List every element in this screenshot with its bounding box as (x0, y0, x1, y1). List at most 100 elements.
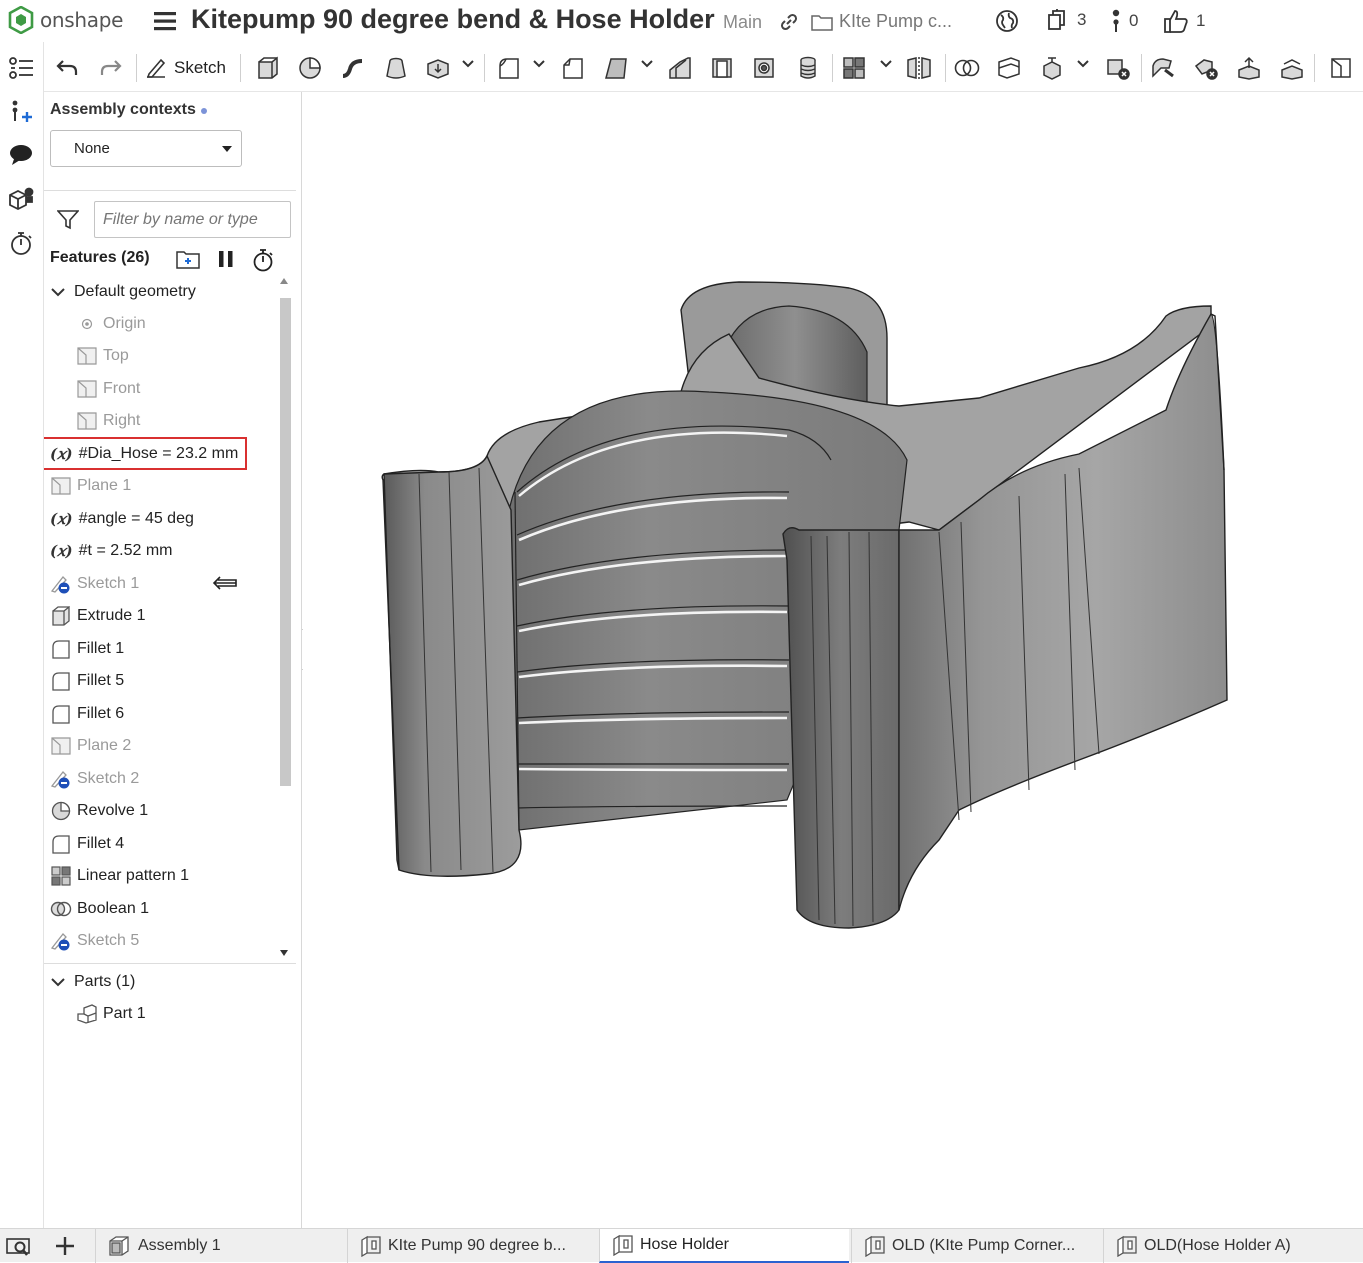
tab-hose-holder[interactable]: Hose Holder (599, 1229, 849, 1263)
hose-holder-3d-model[interactable] (379, 260, 1239, 950)
rib-icon[interactable] (667, 52, 693, 84)
parts-group[interactable]: Parts (1) (50, 970, 135, 994)
undo-icon[interactable] (54, 52, 80, 84)
feature-row[interactable]: Top (76, 341, 129, 371)
default-geometry-group[interactable]: Default geometry (50, 277, 196, 307)
split-icon[interactable] (996, 52, 1022, 84)
feature-label: Boolean 1 (77, 900, 150, 917)
add-tab-button[interactable] (44, 1229, 86, 1263)
chevron-down-icon[interactable] (1077, 60, 1089, 68)
graphics-viewport[interactable] (303, 92, 1363, 1228)
globe-icon[interactable] (995, 9, 1019, 33)
draft-icon[interactable] (603, 52, 629, 84)
feature-row[interactable]: Fillet 6 (50, 699, 124, 729)
add-folder-icon[interactable] (175, 248, 201, 270)
feature-row[interactable]: Sketch 2 (50, 764, 139, 794)
tab-search-icon[interactable] (6, 1237, 32, 1257)
feature-row[interactable]: Extrude 1 (50, 601, 145, 631)
onshape-logo[interactable]: onshape (8, 6, 123, 34)
branches-button[interactable]: 0 (1110, 8, 1138, 34)
replace-face-icon[interactable] (1279, 52, 1305, 84)
feature-label: #t = 2.52 mm (78, 542, 173, 559)
fillet-icon (50, 671, 72, 691)
chevron-down-icon[interactable] (641, 60, 653, 68)
plus-icon (56, 1237, 74, 1255)
feature-row[interactable]: Front (76, 374, 140, 404)
sketch-button[interactable]: Sketch (144, 52, 232, 84)
feature-row[interactable]: Fillet 4 (50, 829, 124, 859)
feature-list-icon[interactable] (6, 53, 36, 83)
chevron-down-icon[interactable] (462, 60, 474, 68)
comments-icon[interactable] (6, 140, 36, 170)
thicken-icon[interactable] (425, 52, 451, 84)
hole-icon[interactable] (751, 52, 777, 84)
scroll-up-icon[interactable] (280, 278, 288, 284)
tab-old-kite-pump-corner[interactable]: OLD (KIte Pump Corner... (851, 1229, 1101, 1263)
stopwatch-icon[interactable] (252, 248, 274, 272)
feature-row[interactable]: Fillet 5 (50, 666, 124, 696)
feature-row[interactable]: Sketch 1 (50, 569, 139, 599)
feature-label: Fillet 5 (77, 672, 125, 689)
tab-assembly-1[interactable]: Assembly 1 (95, 1229, 345, 1263)
move-face-icon[interactable] (1236, 52, 1262, 84)
plane-icon[interactable] (1328, 52, 1354, 84)
modify-fillet-icon[interactable] (1150, 52, 1176, 84)
feature-row[interactable]: Plane 1 (50, 471, 131, 501)
chevron-down-icon[interactable] (533, 60, 545, 68)
branch-name[interactable]: Main (723, 12, 762, 33)
variables-icon[interactable] (6, 96, 36, 126)
feature-row-dia-hose[interactable]: (𝑥) #Dia_Hose = 23.2 mm (50, 439, 238, 469)
feature-filter-input[interactable] (94, 201, 291, 238)
delete-face-icon[interactable] (1193, 52, 1219, 84)
scroll-thumb[interactable] (280, 298, 291, 786)
transform-icon[interactable] (1039, 52, 1065, 84)
extrude-icon (50, 606, 72, 626)
feature-row[interactable]: Right (76, 406, 140, 436)
feature-row[interactable]: (𝑥) #angle = 45 deg (50, 504, 194, 534)
link-icon[interactable] (779, 12, 799, 32)
part-row[interactable]: Part 1 (76, 1002, 146, 1026)
feature-row[interactable]: Linear pattern 1 (50, 861, 189, 891)
like-button[interactable]: 1 (1163, 8, 1205, 34)
tab-bar: Assembly 1 KIte Pump 90 degree b... Hose… (0, 1228, 1363, 1263)
rollback-arrow-icon[interactable] (212, 575, 238, 591)
info-dot-icon[interactable] (201, 108, 207, 114)
feature-label: #Dia_Hose = 23.2 mm (78, 445, 239, 462)
redo-icon[interactable] (98, 52, 124, 84)
revolve-icon[interactable] (297, 52, 323, 84)
feature-row[interactable]: Sketch 5 (50, 926, 139, 956)
pause-icon[interactable] (218, 250, 234, 268)
tab-label: Assembly 1 (138, 1237, 221, 1254)
performance-icon[interactable] (6, 228, 36, 258)
feature-row[interactable]: Boolean 1 (50, 894, 149, 924)
tab-kite-pump-90[interactable]: KIte Pump 90 degree b... (347, 1229, 597, 1263)
feature-list-scrollbar[interactable] (276, 278, 294, 962)
thread-icon[interactable] (795, 52, 821, 84)
feature-row[interactable]: Plane 2 (50, 731, 131, 761)
folder-link[interactable]: KIte Pump c... (811, 11, 952, 32)
document-title[interactable]: Kitepump 90 degree bend & Hose Holder (191, 4, 715, 35)
feature-row[interactable]: Origin (76, 309, 146, 339)
main-menu-button[interactable] (153, 10, 177, 32)
assembly-context-select[interactable]: None (50, 130, 242, 167)
loft-icon[interactable] (383, 52, 409, 84)
feature-row[interactable]: (𝑥) #t = 2.52 mm (50, 536, 172, 566)
tab-old-hose-holder-a[interactable]: OLD(Hose Holder A) (1103, 1229, 1363, 1263)
feature-row[interactable]: Fillet 1 (50, 634, 124, 664)
delete-part-icon[interactable] (1105, 52, 1131, 84)
scroll-down-icon[interactable] (280, 950, 288, 956)
boolean-icon[interactable] (954, 52, 980, 84)
appearances-icon[interactable] (6, 184, 36, 214)
part-studio-icon (361, 1235, 381, 1257)
pattern-icon[interactable] (841, 52, 867, 84)
mirror-icon[interactable] (906, 52, 932, 84)
chevron-down-icon[interactable] (880, 60, 892, 68)
shell-icon[interactable] (709, 52, 735, 84)
extrude-icon[interactable] (255, 52, 281, 84)
sweep-icon[interactable] (340, 52, 366, 84)
feature-row[interactable]: Revolve 1 (50, 796, 148, 826)
filter-icon[interactable] (57, 210, 79, 230)
fillet-icon[interactable] (496, 52, 522, 84)
versions-button[interactable]: 3 (1046, 8, 1086, 32)
chamfer-icon[interactable] (560, 52, 586, 84)
